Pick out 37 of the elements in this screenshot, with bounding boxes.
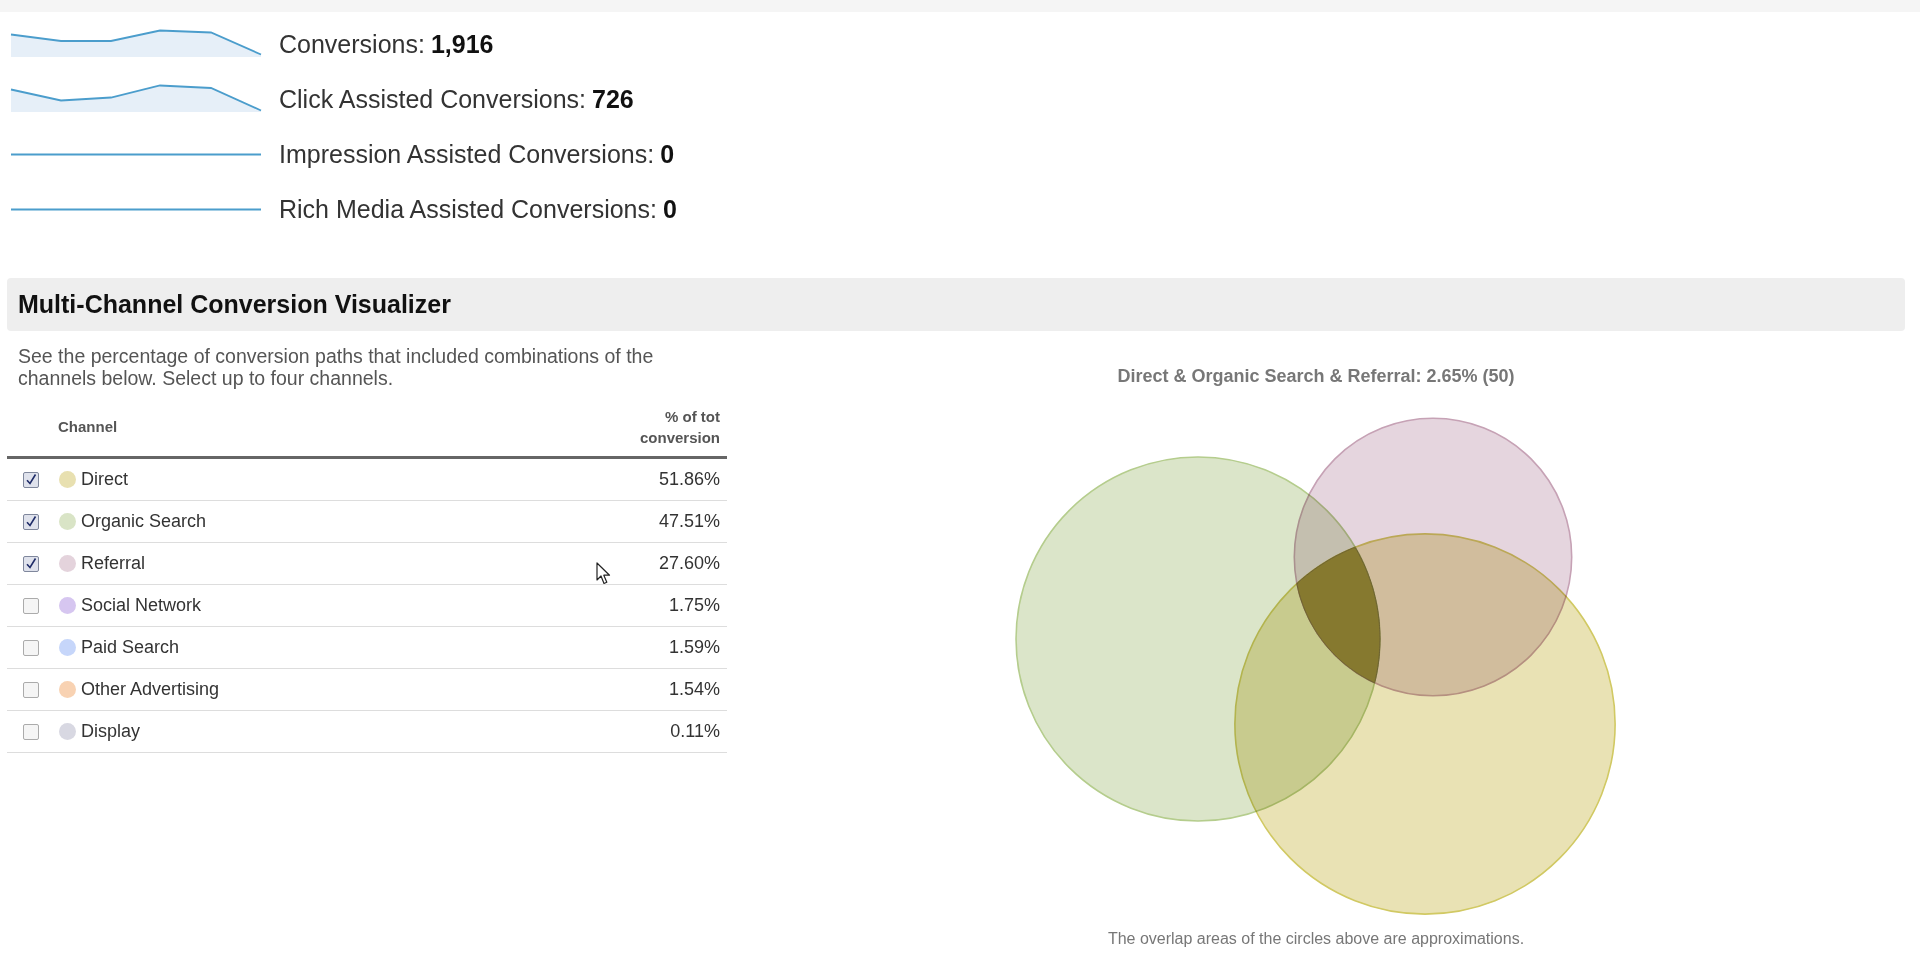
checkbox[interactable] — [23, 723, 39, 740]
metric-label: Rich Media Assisted Conversions: — [279, 195, 657, 224]
metric-value: 0 — [662, 195, 677, 224]
metric-value: 1,916 — [430, 30, 494, 59]
metric-value: 0 — [660, 140, 675, 169]
metric-label: Conversions: — [279, 30, 425, 59]
percentage-value: 1.59% — [668, 637, 720, 658]
metric-value: 726 — [592, 85, 634, 114]
percentage-value: 1.75% — [668, 595, 720, 616]
percentage-value: 47.51% — [658, 511, 720, 532]
channel-name: Referral — [81, 553, 146, 574]
percentage-value: 51.86% — [658, 469, 720, 490]
checkbox[interactable] — [23, 639, 39, 656]
checkbox[interactable] — [23, 681, 39, 698]
metric-label: Impression Assisted Conversions: — [279, 140, 655, 169]
metric-label: Click Assisted Conversions: — [279, 85, 587, 114]
channel-name: Direct — [81, 469, 128, 490]
section-title: Multi-Channel Conversion Visualizer — [18, 290, 451, 319]
channel-name: Social Network — [81, 595, 202, 616]
channel-name: Other Advertising — [81, 679, 220, 700]
column-header: Channel — [58, 418, 118, 435]
percentage-value: 27.60% — [658, 553, 720, 574]
venn-title: Direct & Organic Search & Referral: 2.65% (50) — [1117, 365, 1515, 387]
checkbox[interactable] — [23, 555, 39, 572]
overlap-region[interactable] — [1296, 547, 1380, 684]
cursor-icon — [596, 562, 611, 585]
description-text: See the percentage of conversion paths that included combinations of the channels below. Select up to four channels. — [18, 345, 655, 389]
percentage-value: 1.54% — [668, 679, 720, 700]
venn-caption: The overlap areas of the circles above are approximations. — [1107, 930, 1525, 948]
checkbox[interactable] — [23, 597, 39, 614]
percentage-value: 0.11% — [670, 721, 720, 742]
channel-name: Organic Search — [81, 511, 207, 532]
checkbox[interactable] — [23, 513, 39, 530]
channel-name: Display — [81, 721, 141, 742]
column-header: % of tot conversion — [638, 406, 720, 448]
checkbox[interactable] — [23, 471, 39, 488]
channel-name: Paid Search — [81, 637, 180, 658]
